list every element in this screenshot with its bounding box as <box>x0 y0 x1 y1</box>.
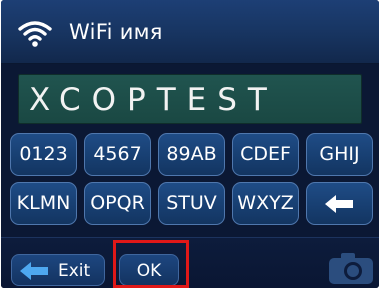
wifi-name-screen: WiFi имя XCOPTEST 0123 4567 89AB CDEF GH… <box>1 0 379 288</box>
ok-label: OK <box>136 261 162 281</box>
ssid-input-field[interactable]: XCOPTEST <box>18 74 362 124</box>
wifi-icon <box>18 21 52 47</box>
page-title: WiFi имя <box>69 20 163 44</box>
key-label: STUV <box>166 192 217 214</box>
key-label: KLMN <box>16 192 71 214</box>
key-backspace[interactable] <box>306 182 373 225</box>
key-ghij[interactable]: GHIJ <box>306 133 373 176</box>
key-label: 0123 <box>19 143 68 165</box>
key-stuv[interactable]: STUV <box>158 182 225 225</box>
key-label: 4567 <box>93 143 142 165</box>
ssid-input-value: XCOPTEST <box>29 82 278 118</box>
key-label: CDEF <box>240 143 291 165</box>
backspace-arrow-icon <box>325 195 353 213</box>
title-bar: WiFi имя <box>1 0 379 64</box>
key-label: GHIJ <box>319 143 360 165</box>
key-89ab[interactable]: 89AB <box>158 133 225 176</box>
bottom-bar: Exit OK <box>1 237 379 288</box>
key-wxyz[interactable]: WXYZ <box>232 182 299 225</box>
key-4567[interactable]: 4567 <box>84 133 151 176</box>
keypad: 0123 4567 89AB CDEF GHIJ KLMN OPQR STUV … <box>10 133 374 225</box>
key-opqr[interactable]: OPQR <box>84 182 151 225</box>
key-cdef[interactable]: CDEF <box>232 133 299 176</box>
key-0123[interactable]: 0123 <box>10 133 77 176</box>
exit-button[interactable]: Exit <box>11 254 105 286</box>
camera-icon[interactable] <box>327 252 375 286</box>
key-label: WXYZ <box>237 192 294 214</box>
key-label: OPQR <box>90 192 145 214</box>
key-label: 89AB <box>166 143 217 165</box>
ok-button[interactable]: OK <box>119 254 179 286</box>
key-klmn[interactable]: KLMN <box>10 182 77 225</box>
back-arrow-icon <box>20 262 48 280</box>
exit-label: Exit <box>58 261 91 281</box>
